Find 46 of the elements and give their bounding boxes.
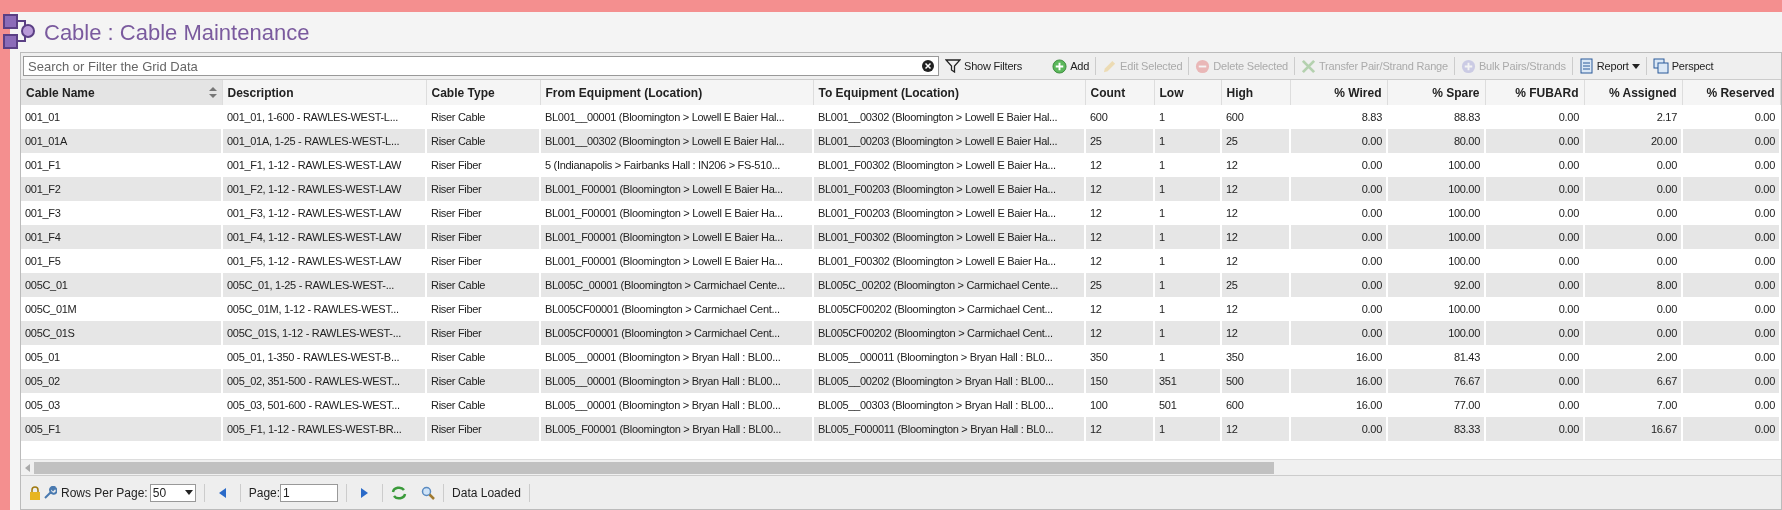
table-cell: BL005_F00001 (Bloomington > Bryan Hall : BL00...: [540, 417, 813, 441]
pencil-icon: [1102, 58, 1118, 74]
scrollbar-thumb[interactable]: [34, 461, 1274, 474]
toolbar-button[interactable]: Add: [1050, 55, 1092, 77]
table-cell: 12: [1221, 417, 1290, 441]
table-cell: 0.00: [1682, 417, 1780, 441]
filter-icon: [945, 59, 961, 73]
table-cell: 83.33: [1387, 417, 1485, 441]
status-text: Data Loaded: [452, 484, 521, 502]
windows-icon: [1652, 58, 1669, 74]
clear-icon[interactable]: [922, 60, 934, 72]
plus-icon: [1460, 58, 1476, 74]
table-cell: 0.00: [1485, 417, 1584, 441]
table-cell: 1: [1154, 417, 1221, 441]
page-label: Page:: [248, 484, 281, 502]
page-field[interactable]: 1: [280, 483, 339, 502]
cable-app-icon: [2, 13, 38, 51]
report-dropdown[interactable]: Report: [1576, 55, 1642, 77]
table-cell: Riser Fiber: [426, 417, 540, 441]
horizontal-scrollbar[interactable]: [21, 459, 1781, 475]
table-cell: 005_F1: [21, 417, 222, 441]
sort-icon[interactable]: [208, 87, 217, 98]
column-header[interactable]: Cable Name: [21, 80, 222, 105]
refresh-icon[interactable]: [391, 485, 408, 500]
rows-per-page-select[interactable]: 50: [149, 483, 196, 502]
table-cell: 0.00: [1290, 417, 1387, 441]
lock-icon[interactable]: [29, 485, 41, 500]
next-page-icon[interactable]: [361, 487, 369, 498]
caret-icon: [184, 490, 193, 495]
minus-icon: [1195, 58, 1211, 74]
plus-icon: [1052, 58, 1068, 74]
search-icon[interactable]: [421, 485, 436, 500]
toolbar-button[interactable]: Perspect: [1650, 55, 1716, 77]
table-cell: 005_F1, 1-12 - RAWLES-WEST-BR...: [222, 417, 426, 441]
toolbar-button[interactable]: Show Filters: [943, 55, 1025, 77]
wrench-icon[interactable]: [43, 485, 57, 500]
table-cell: 12: [1085, 417, 1154, 441]
caret-icon: [1631, 63, 1640, 69]
search-field[interactable]: Search or Filter the Grid Data: [23, 56, 939, 76]
rows-per-page-label: Rows Per Page:: [61, 484, 148, 502]
document-icon: [1578, 58, 1594, 74]
scroll-left-icon[interactable]: [25, 463, 30, 472]
table-cell: BL005_F000011 (Bloomington > Bryan Hall : BL0...: [813, 417, 1085, 441]
table-cell: 16.67: [1584, 417, 1682, 441]
page-title: Cable : Cable Maintenance: [44, 18, 310, 47]
previous-page-icon[interactable]: [218, 487, 226, 498]
